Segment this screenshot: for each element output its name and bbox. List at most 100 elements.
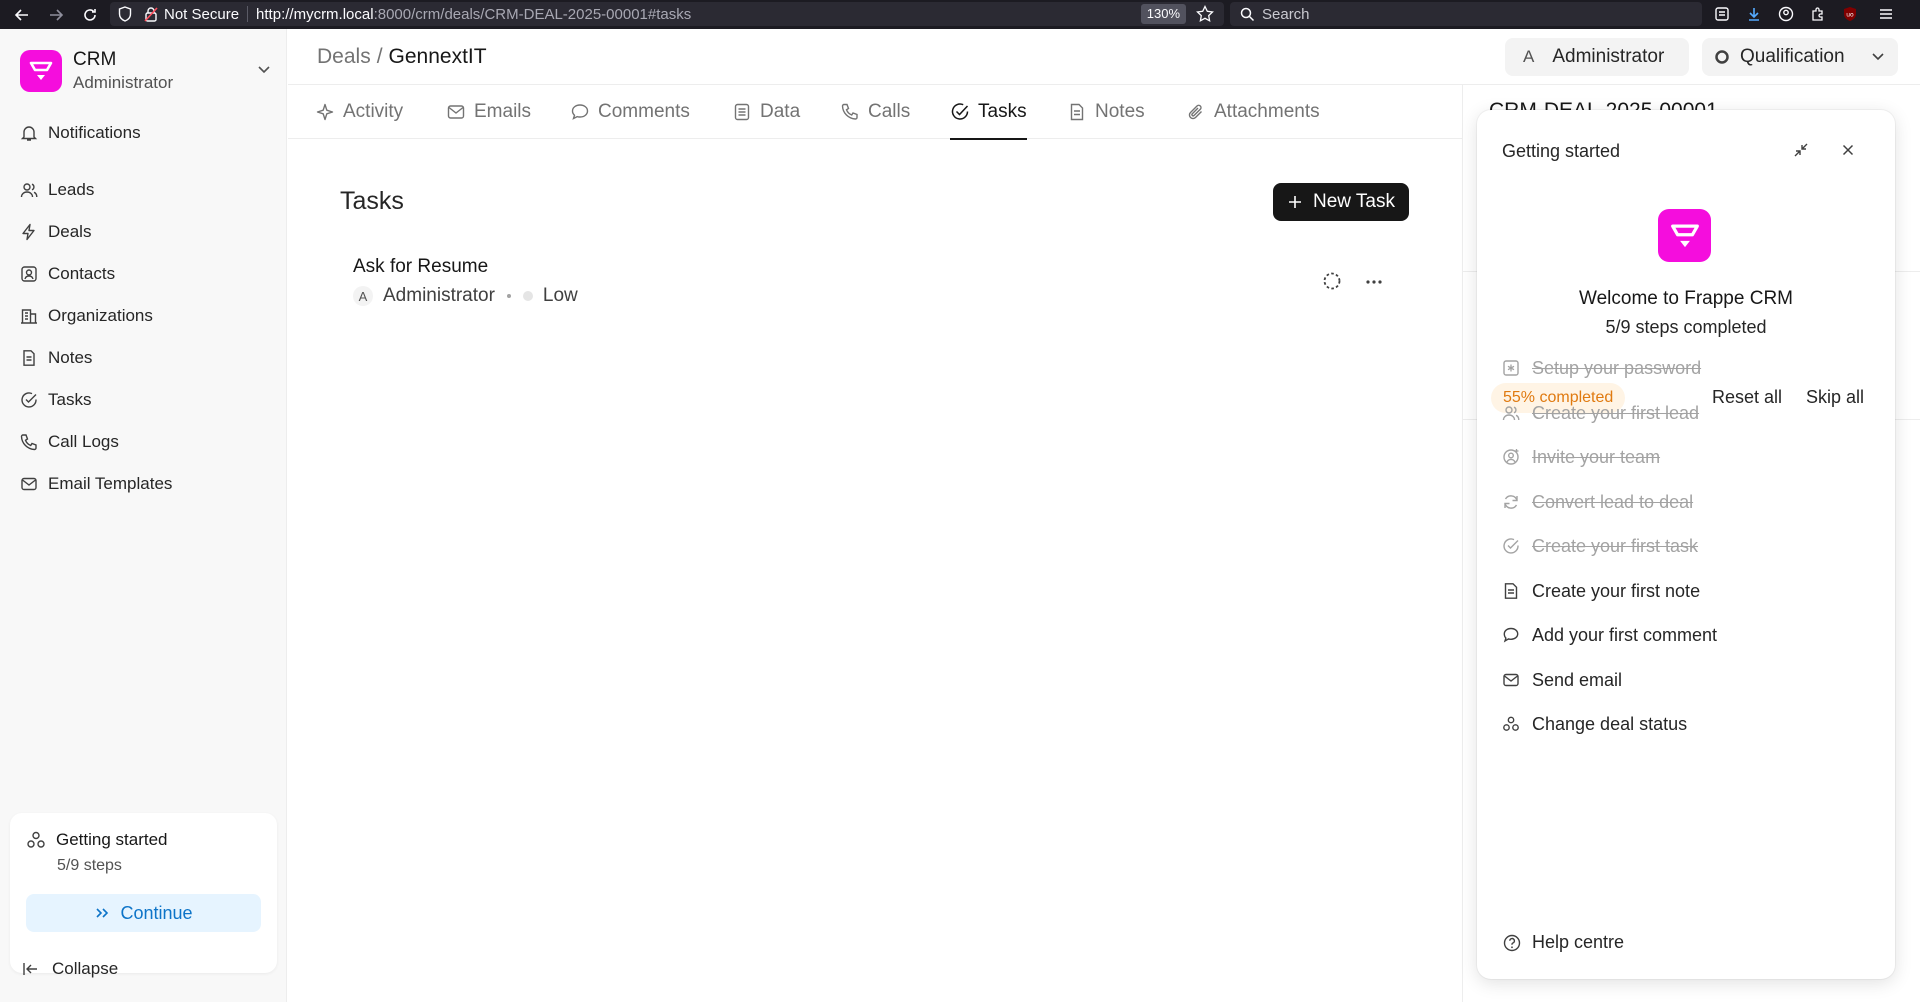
step-first-lead[interactable]: Create your first lead bbox=[1502, 400, 1699, 426]
back-button[interactable] bbox=[8, 3, 36, 27]
refresh-icon bbox=[1504, 495, 1518, 509]
address-bar[interactable]: Not Secure http://mycrm.local:8000/crm/d… bbox=[110, 2, 1224, 26]
search-icon bbox=[1240, 7, 1255, 21]
status-icon bbox=[27, 831, 45, 848]
tab-tasks[interactable]: Tasks bbox=[950, 85, 1027, 140]
breadcrumb-deals[interactable]: Deals bbox=[317, 45, 371, 69]
crm-logo-icon bbox=[20, 50, 62, 92]
chevron-down-icon bbox=[256, 61, 272, 77]
site-security[interactable]: Not Secure bbox=[118, 6, 239, 23]
sidebar-item-label: Call Logs bbox=[48, 432, 119, 451]
status-icon bbox=[1503, 716, 1519, 731]
close-icon bbox=[1842, 144, 1854, 156]
getting-started-steps: 5/9 steps bbox=[57, 857, 122, 874]
tab-calls[interactable]: Calls bbox=[840, 85, 910, 139]
help-centre-link[interactable]: Help centre bbox=[1502, 932, 1624, 953]
step-first-comment[interactable]: Add your first comment bbox=[1502, 622, 1717, 648]
step-first-task[interactable]: Create your first task bbox=[1502, 533, 1698, 559]
tab-data[interactable]: Data bbox=[732, 85, 800, 139]
sidebar-item-notes[interactable]: Notes bbox=[20, 343, 92, 373]
breadcrumb-current[interactable]: GennextIT bbox=[389, 45, 487, 69]
shield-icon bbox=[118, 6, 132, 22]
step-invite-team[interactable]: Invite your team bbox=[1502, 444, 1660, 470]
search-placeholder: Search bbox=[1262, 5, 1310, 23]
minimize-button[interactable] bbox=[1792, 141, 1810, 159]
sidebar-item-label: Contacts bbox=[48, 264, 116, 283]
step-send-email[interactable]: Send email bbox=[1502, 667, 1622, 693]
avatar: A bbox=[1523, 47, 1535, 66]
tab-notes[interactable]: Notes bbox=[1067, 85, 1145, 139]
account-button[interactable] bbox=[1774, 2, 1798, 26]
download-icon bbox=[1749, 8, 1759, 21]
collapse-sidebar-button[interactable]: Collapse bbox=[22, 959, 118, 979]
sidebar-item-notifications[interactable]: Notifications bbox=[20, 118, 141, 148]
help-label: Help centre bbox=[1532, 932, 1625, 952]
step-convert-lead[interactable]: Convert lead to deal bbox=[1502, 489, 1693, 515]
getting-started-card: Getting started 5/9 steps Continue bbox=[10, 813, 277, 973]
task-more-button[interactable] bbox=[1364, 272, 1384, 292]
check-circle-icon bbox=[1503, 538, 1519, 554]
extensions-button[interactable] bbox=[1806, 2, 1830, 26]
downloads-button[interactable] bbox=[1742, 2, 1766, 26]
hamburger-icon bbox=[1880, 9, 1892, 19]
zoom-badge[interactable]: 130% bbox=[1140, 4, 1186, 24]
step-setup-password[interactable]: Setup your password bbox=[1502, 355, 1701, 381]
forward-button[interactable] bbox=[42, 3, 70, 27]
deal-status-dropdown[interactable]: Qualification bbox=[1702, 38, 1898, 76]
popover-title: Getting started bbox=[1502, 141, 1621, 161]
mail-icon bbox=[447, 105, 465, 119]
sidebar-item-deals[interactable]: Deals bbox=[20, 217, 91, 247]
sidebar-item-label: Notifications bbox=[48, 123, 141, 142]
step-label: Change deal status bbox=[1532, 713, 1688, 734]
step-label: Add your first comment bbox=[1532, 624, 1718, 645]
activity-icon bbox=[316, 103, 334, 121]
reload-icon bbox=[84, 8, 96, 21]
collapse-icon bbox=[23, 963, 37, 975]
url-host: http://mycrm.local bbox=[256, 5, 374, 23]
sidebar-item-contacts[interactable]: Contacts bbox=[20, 259, 115, 289]
more-horizontal-icon bbox=[1366, 280, 1382, 284]
reset-all-button[interactable]: Reset all bbox=[1712, 387, 1782, 408]
table-row[interactable]: Ask for Resume A Administrator Low bbox=[340, 250, 1410, 316]
tab-label: Comments bbox=[598, 101, 690, 122]
sidebar-item-leads[interactable]: Leads bbox=[20, 175, 94, 205]
user-plus-icon bbox=[1503, 449, 1519, 465]
skip-all-button[interactable]: Skip all bbox=[1806, 387, 1864, 408]
tab-activity[interactable]: Activity bbox=[315, 85, 403, 139]
browser-search[interactable]: Search bbox=[1230, 2, 1702, 26]
sidebar-item-organizations[interactable]: Organizations bbox=[20, 301, 153, 331]
step-label: Send email bbox=[1532, 669, 1623, 690]
sidebar-item-tasks[interactable]: Tasks bbox=[20, 385, 91, 415]
continue-button[interactable]: Continue bbox=[26, 894, 261, 932]
menu-button[interactable] bbox=[1874, 2, 1898, 26]
sidebar-item-email-templates[interactable]: Email Templates bbox=[20, 469, 172, 499]
deal-owner-button[interactable]: A Administrator bbox=[1505, 38, 1689, 76]
reload-button[interactable] bbox=[76, 3, 104, 27]
sidebar-item-label: Leads bbox=[48, 180, 95, 199]
asterisk-icon bbox=[1503, 360, 1519, 376]
phone-icon bbox=[20, 434, 37, 451]
tab-label: Calls bbox=[868, 101, 911, 122]
bookmark-star[interactable] bbox=[1196, 5, 1214, 23]
collapse-label: Collapse bbox=[52, 959, 119, 978]
continue-label: Continue bbox=[120, 902, 193, 923]
browser-toolbar: Not Secure http://mycrm.local:8000/crm/d… bbox=[0, 0, 1920, 29]
reader-button[interactable] bbox=[1710, 2, 1734, 26]
help-icon bbox=[1503, 934, 1521, 951]
check-circle-icon bbox=[21, 392, 37, 408]
sidebar-item-call-logs[interactable]: Call Logs bbox=[20, 427, 119, 457]
step-first-note[interactable]: Create your first note bbox=[1502, 578, 1700, 604]
tab-attachments[interactable]: Attachments bbox=[1186, 85, 1320, 139]
step-change-deal-status[interactable]: Change deal status bbox=[1502, 711, 1687, 737]
close-button[interactable] bbox=[1839, 141, 1857, 159]
new-task-button[interactable]: New Task bbox=[1273, 183, 1409, 221]
task-status-button[interactable] bbox=[1322, 271, 1342, 291]
ublock-button[interactable]: uo bbox=[1838, 2, 1862, 26]
security-label: Not Secure bbox=[164, 5, 240, 23]
tab-emails[interactable]: Emails bbox=[446, 85, 531, 139]
data-icon bbox=[734, 103, 750, 121]
tab-comments[interactable]: Comments bbox=[570, 85, 690, 139]
meta-separator bbox=[506, 294, 511, 298]
brand-switcher[interactable]: CRM Administrator bbox=[20, 49, 272, 93]
page-title: Tasks bbox=[340, 187, 404, 215]
